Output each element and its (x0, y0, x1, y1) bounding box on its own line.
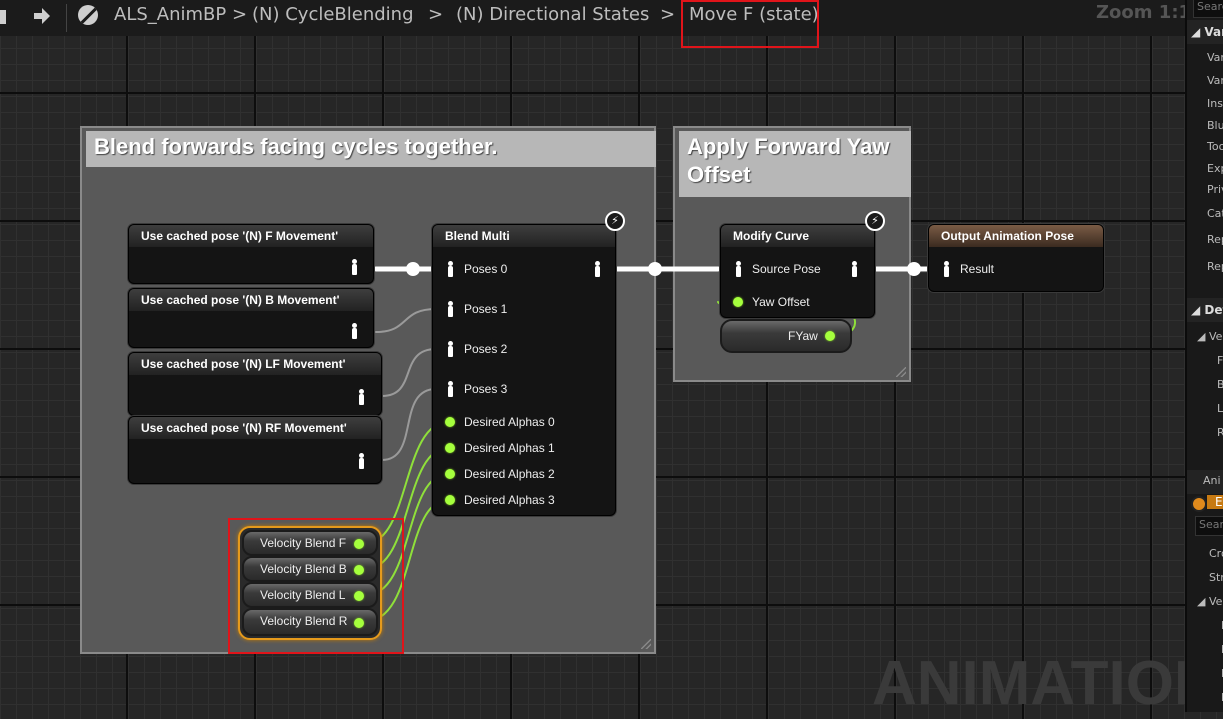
search-input-defaults[interactable]: Sear (1195, 516, 1223, 536)
fast-path-bolt-icon: ⚡ (605, 211, 625, 231)
pin-result: Result (960, 262, 995, 276)
pin-desired-alphas-2: Desired Alphas 2 (464, 467, 555, 481)
pose-pin-icon[interactable] (351, 259, 357, 275)
section-header-label: ◢ Def (1191, 303, 1223, 317)
cached-pose-node-f[interactable]: Use cached pose '(N) F Movement' (128, 224, 374, 284)
search-input[interactable]: Search (1193, 0, 1223, 18)
node-title: Use cached pose '(N) LF Movement' (129, 353, 381, 375)
pin-poses-3: Poses 3 (464, 382, 508, 396)
property-label: R (1217, 426, 1223, 439)
pose-pin-icon[interactable] (351, 323, 357, 339)
pose-pin-icon[interactable] (447, 381, 453, 397)
node-title: Blend Multi (433, 225, 615, 247)
pose-pin-icon[interactable] (447, 261, 453, 277)
pin-desired-alphas-0: Desired Alphas 0 (464, 415, 555, 429)
property-label: F (1217, 354, 1223, 367)
property-label: Cat (1207, 207, 1223, 220)
property-label: Rep (1207, 233, 1223, 246)
property-label: Priv (1207, 183, 1223, 196)
property-label: ◢ Velo (1197, 595, 1223, 608)
property-label: ◢ Velo (1197, 330, 1223, 343)
property-text: Velo (1208, 330, 1223, 343)
pin-desired-alphas-1: Desired Alphas 1 (464, 441, 555, 455)
pin-source-pose: Source Pose (752, 262, 821, 276)
node-title: Use cached pose '(N) RF Movement' (129, 417, 381, 439)
pose-pin-icon[interactable] (735, 261, 741, 277)
pose-pin-icon[interactable] (358, 453, 364, 469)
node-title: Use cached pose '(N) F Movement' (129, 225, 373, 247)
property-label: Cro (1209, 547, 1223, 560)
output-pose-pin-icon[interactable] (851, 261, 857, 277)
property-label: Exp (1207, 162, 1223, 175)
highlight-box-velocity-blend (228, 518, 404, 654)
property-label: Rep (1207, 260, 1223, 273)
node-title: Use cached pose '(N) B Movement' (129, 289, 373, 311)
pin-yaw-offset: Yaw Offset (752, 295, 810, 309)
float-pin-icon[interactable] (445, 443, 455, 453)
pin-poses-0: Poses 0 (464, 262, 508, 276)
fyaw-variable-node[interactable]: FYaw (720, 319, 852, 353)
float-pin-icon[interactable] (445, 417, 455, 427)
tab-label[interactable]: Ani (1203, 474, 1221, 487)
pose-pin-icon[interactable] (447, 301, 453, 317)
output-animation-pose-node[interactable]: Output Animation Pose Result (928, 224, 1104, 292)
graph-type-watermark: ANIMATION (872, 649, 1219, 718)
pose-pin-icon[interactable] (358, 389, 364, 405)
header-text: Var (1204, 25, 1223, 39)
property-label: Inst (1207, 97, 1223, 110)
property-label: B (1217, 378, 1223, 391)
float-pin-icon[interactable] (445, 495, 455, 505)
pin-poses-2: Poses 2 (464, 342, 508, 356)
property-label: Str (1209, 571, 1223, 584)
float-pin-icon[interactable] (445, 469, 455, 479)
property-label: Var (1207, 74, 1223, 87)
details-panel: Search ◢ Var Var Var Inst Blue Too Exp P… (1185, 0, 1223, 712)
variable-label: FYaw (788, 329, 818, 343)
node-title: Output Animation Pose (929, 225, 1103, 247)
pin-poses-1: Poses 1 (464, 302, 508, 316)
output-pose-pin-icon[interactable] (594, 261, 600, 277)
pose-pin-icon[interactable] (943, 261, 949, 277)
node-title: Modify Curve (721, 225, 874, 247)
float-pin-icon[interactable] (733, 297, 743, 307)
cached-pose-node-rf[interactable]: Use cached pose '(N) RF Movement' (128, 416, 382, 484)
cached-pose-node-b[interactable]: Use cached pose '(N) B Movement' (128, 288, 374, 348)
edit-defaults-tab[interactable]: Edi (1207, 495, 1223, 509)
pin-desired-alphas-3: Desired Alphas 3 (464, 493, 555, 507)
property-label: L (1217, 402, 1223, 415)
edit-defaults-icon[interactable] (1191, 496, 1207, 512)
modify-curve-node[interactable]: Modify Curve ⚡ Source Pose Yaw Offset (720, 211, 885, 318)
float-pin-icon[interactable] (825, 331, 835, 341)
property-text: Velo (1208, 595, 1223, 608)
cached-pose-node-lf[interactable]: Use cached pose '(N) LF Movement' (128, 352, 382, 416)
section-header-label: ◢ Var (1191, 25, 1223, 39)
fast-path-bolt-icon: ⚡ (865, 211, 885, 231)
pose-pin-icon[interactable] (447, 341, 453, 357)
property-label: Var (1207, 51, 1223, 64)
blend-multi-node[interactable]: Blend Multi ⚡ Poses 0 Poses 1 Poses 2 Po… (432, 211, 625, 516)
header-text: Def (1204, 303, 1223, 317)
property-label: Too (1207, 140, 1223, 153)
search-placeholder: Search (1197, 0, 1223, 13)
search-placeholder: Sear (1199, 518, 1223, 531)
property-label: Blue (1207, 119, 1223, 132)
